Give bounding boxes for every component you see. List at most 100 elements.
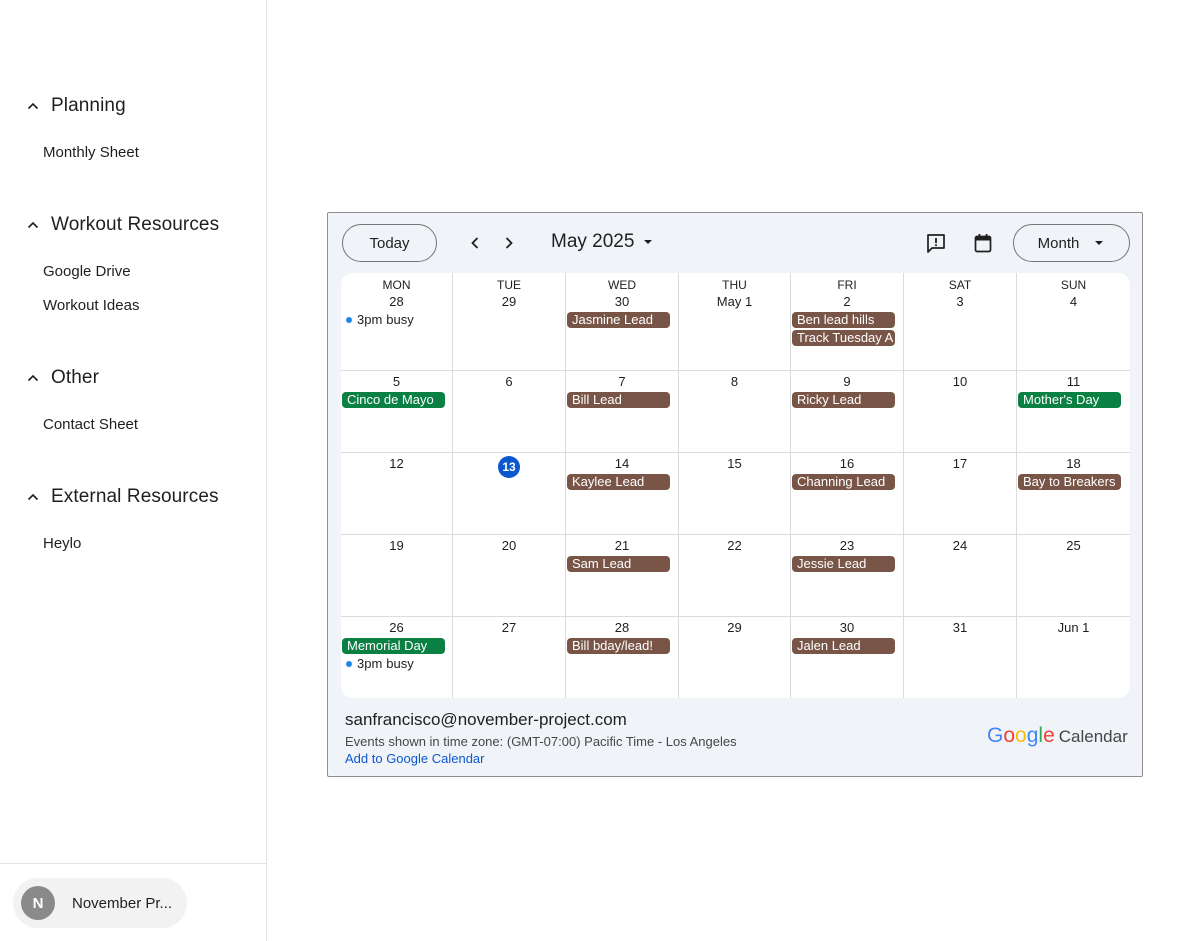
day-cell[interactable]: 19: [341, 535, 453, 617]
event-chip[interactable]: Jalen Lead: [792, 638, 895, 654]
timed-event[interactable]: 3pm busy: [346, 312, 414, 327]
event-chip[interactable]: Kaylee Lead: [567, 474, 670, 490]
date-number[interactable]: 18: [1017, 456, 1130, 471]
date-number[interactable]: 22: [679, 538, 790, 553]
event-chip[interactable]: Bill Lead: [567, 392, 670, 408]
day-cell[interactable]: 7 Bill Lead: [566, 371, 679, 453]
date-number[interactable]: 29: [453, 294, 565, 309]
date-number[interactable]: 4: [1017, 294, 1130, 309]
date-number[interactable]: 9: [791, 374, 903, 389]
feedback-icon[interactable]: [925, 232, 947, 254]
date-number[interactable]: 27: [453, 620, 565, 635]
date-number[interactable]: 31: [904, 620, 1016, 635]
day-cell[interactable]: 8: [679, 371, 791, 453]
section-header-other[interactable]: Other: [0, 366, 266, 390]
day-cell[interactable]: 11 Mother's Day: [1017, 371, 1130, 453]
date-number[interactable]: 19: [341, 538, 452, 553]
day-cell[interactable]: FRI 2 Ben lead hills Track Tuesday A: [791, 273, 904, 371]
event-chip[interactable]: Bill bday/lead!: [567, 638, 670, 654]
nav-link-monthly-sheet[interactable]: Monthly Sheet: [43, 144, 139, 161]
day-cell[interactable]: 13: [453, 453, 566, 535]
date-number[interactable]: 28: [566, 620, 678, 635]
nav-link-heylo[interactable]: Heylo: [43, 535, 81, 552]
date-number[interactable]: 25: [1017, 538, 1130, 553]
day-cell[interactable]: 28 Bill bday/lead!: [566, 617, 679, 698]
timed-event[interactable]: 3pm busy: [346, 656, 414, 671]
day-cell[interactable]: 26 Memorial Day 3pm busy: [341, 617, 453, 698]
date-number[interactable]: 28: [341, 294, 452, 309]
date-number[interactable]: 30: [791, 620, 903, 635]
date-number[interactable]: 6: [453, 374, 565, 389]
day-cell[interactable]: 23 Jessie Lead: [791, 535, 904, 617]
date-number[interactable]: 7: [566, 374, 678, 389]
chevron-right-icon[interactable]: [498, 232, 520, 254]
date-number[interactable]: 8: [679, 374, 790, 389]
event-chip[interactable]: Cinco de Mayo: [342, 392, 445, 408]
section-header-workout-resources[interactable]: Workout Resources: [0, 213, 266, 237]
day-cell[interactable]: 31: [904, 617, 1017, 698]
day-cell[interactable]: THU May 1: [679, 273, 791, 371]
date-number[interactable]: 2: [791, 294, 903, 309]
date-number[interactable]: 23: [791, 538, 903, 553]
day-cell[interactable]: 21 Sam Lead: [566, 535, 679, 617]
event-chip[interactable]: Memorial Day: [342, 638, 445, 654]
date-number[interactable]: 20: [453, 538, 565, 553]
add-to-google-calendar-link[interactable]: Add to Google Calendar: [345, 751, 484, 766]
chevron-left-icon[interactable]: [464, 232, 486, 254]
day-cell[interactable]: WED 30 Jasmine Lead: [566, 273, 679, 371]
day-cell[interactable]: 12: [341, 453, 453, 535]
day-cell[interactable]: 24: [904, 535, 1017, 617]
day-cell[interactable]: TUE 29: [453, 273, 566, 371]
day-cell[interactable]: 16 Channing Lead: [791, 453, 904, 535]
date-number[interactable]: 21: [566, 538, 678, 553]
day-cell[interactable]: 22: [679, 535, 791, 617]
day-cell[interactable]: 17: [904, 453, 1017, 535]
date-number[interactable]: May 1: [679, 294, 790, 309]
event-chip[interactable]: Channing Lead: [792, 474, 895, 490]
day-cell[interactable]: 30 Jalen Lead: [791, 617, 904, 698]
event-chip[interactable]: Jasmine Lead: [567, 312, 670, 328]
date-number[interactable]: 12: [341, 456, 452, 471]
date-number[interactable]: 15: [679, 456, 790, 471]
date-number[interactable]: 17: [904, 456, 1016, 471]
event-chip[interactable]: Track Tuesday A: [792, 330, 895, 346]
day-cell[interactable]: SAT 3: [904, 273, 1017, 371]
nav-link-workout-ideas[interactable]: Workout Ideas: [43, 297, 139, 314]
day-cell[interactable]: 9 Ricky Lead: [791, 371, 904, 453]
date-number[interactable]: 16: [791, 456, 903, 471]
date-number[interactable]: 29: [679, 620, 790, 635]
event-chip[interactable]: Ben lead hills: [792, 312, 895, 328]
today-date-marker[interactable]: 13: [498, 456, 520, 478]
event-chip[interactable]: Ricky Lead: [792, 392, 895, 408]
day-cell[interactable]: 18 Bay to Breakers: [1017, 453, 1130, 535]
nav-link-google-drive[interactable]: Google Drive: [43, 263, 131, 280]
date-number[interactable]: 11: [1017, 374, 1130, 389]
date-number[interactable]: 14: [566, 456, 678, 471]
day-cell[interactable]: 14 Kaylee Lead: [566, 453, 679, 535]
google-calendar-logo[interactable]: Google Calendar: [987, 724, 1128, 748]
event-chip[interactable]: Bay to Breakers: [1018, 474, 1121, 490]
date-number[interactable]: 5: [341, 374, 452, 389]
day-cell[interactable]: 29: [679, 617, 791, 698]
event-chip[interactable]: Mother's Day: [1018, 392, 1121, 408]
date-number[interactable]: 24: [904, 538, 1016, 553]
view-selector[interactable]: Month: [1013, 224, 1130, 262]
nav-link-contact-sheet[interactable]: Contact Sheet: [43, 416, 138, 433]
event-chip[interactable]: Sam Lead: [567, 556, 670, 572]
day-cell[interactable]: SUN 4: [1017, 273, 1130, 371]
calendar-icon[interactable]: [972, 232, 994, 254]
day-cell[interactable]: 5 Cinco de Mayo: [341, 371, 453, 453]
day-cell[interactable]: 27: [453, 617, 566, 698]
day-cell[interactable]: 6: [453, 371, 566, 453]
day-cell[interactable]: 25: [1017, 535, 1130, 617]
event-chip[interactable]: Jessie Lead: [792, 556, 895, 572]
month-picker[interactable]: May 2025: [551, 231, 654, 253]
account-button[interactable]: N November Pr...: [13, 878, 187, 928]
day-cell[interactable]: 15: [679, 453, 791, 535]
date-number[interactable]: 26: [341, 620, 452, 635]
section-header-planning[interactable]: Planning: [0, 94, 266, 118]
date-number[interactable]: Jun 1: [1017, 620, 1130, 635]
day-cell[interactable]: 20: [453, 535, 566, 617]
date-number[interactable]: 30: [566, 294, 678, 309]
today-button[interactable]: Today: [342, 224, 437, 262]
